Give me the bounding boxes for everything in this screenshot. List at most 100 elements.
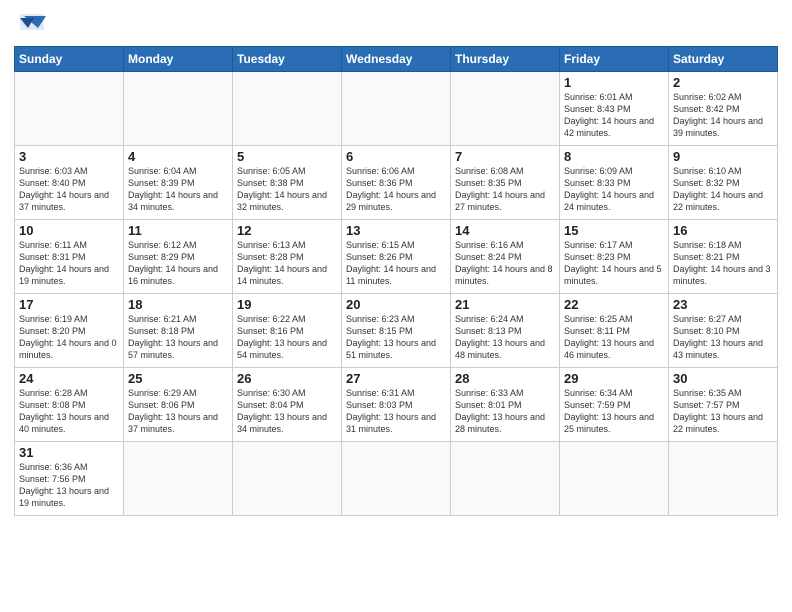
day-info: Sunrise: 6:10 AM Sunset: 8:32 PM Dayligh… bbox=[673, 165, 773, 214]
calendar-body: 1Sunrise: 6:01 AM Sunset: 8:43 PM Daylig… bbox=[15, 72, 778, 516]
day-info: Sunrise: 6:27 AM Sunset: 8:10 PM Dayligh… bbox=[673, 313, 773, 362]
day-info: Sunrise: 6:35 AM Sunset: 7:57 PM Dayligh… bbox=[673, 387, 773, 436]
day-info: Sunrise: 6:17 AM Sunset: 8:23 PM Dayligh… bbox=[564, 239, 664, 288]
day-info: Sunrise: 6:02 AM Sunset: 8:42 PM Dayligh… bbox=[673, 91, 773, 140]
calendar-cell: 5Sunrise: 6:05 AM Sunset: 8:38 PM Daylig… bbox=[233, 146, 342, 220]
calendar-week-6: 31Sunrise: 6:36 AM Sunset: 7:56 PM Dayli… bbox=[15, 442, 778, 516]
day-info: Sunrise: 6:36 AM Sunset: 7:56 PM Dayligh… bbox=[19, 461, 119, 510]
calendar-cell bbox=[451, 72, 560, 146]
calendar-week-4: 17Sunrise: 6:19 AM Sunset: 8:20 PM Dayli… bbox=[15, 294, 778, 368]
day-info: Sunrise: 6:12 AM Sunset: 8:29 PM Dayligh… bbox=[128, 239, 228, 288]
day-info: Sunrise: 6:09 AM Sunset: 8:33 PM Dayligh… bbox=[564, 165, 664, 214]
calendar-cell bbox=[342, 442, 451, 516]
calendar-cell: 15Sunrise: 6:17 AM Sunset: 8:23 PM Dayli… bbox=[560, 220, 669, 294]
calendar-cell: 18Sunrise: 6:21 AM Sunset: 8:18 PM Dayli… bbox=[124, 294, 233, 368]
calendar-cell: 17Sunrise: 6:19 AM Sunset: 8:20 PM Dayli… bbox=[15, 294, 124, 368]
day-info: Sunrise: 6:11 AM Sunset: 8:31 PM Dayligh… bbox=[19, 239, 119, 288]
calendar-cell bbox=[124, 72, 233, 146]
calendar-cell: 4Sunrise: 6:04 AM Sunset: 8:39 PM Daylig… bbox=[124, 146, 233, 220]
calendar-cell: 19Sunrise: 6:22 AM Sunset: 8:16 PM Dayli… bbox=[233, 294, 342, 368]
day-number: 5 bbox=[237, 149, 337, 164]
day-number: 4 bbox=[128, 149, 228, 164]
day-number: 10 bbox=[19, 223, 119, 238]
day-number: 15 bbox=[564, 223, 664, 238]
day-info: Sunrise: 6:03 AM Sunset: 8:40 PM Dayligh… bbox=[19, 165, 119, 214]
calendar-cell: 11Sunrise: 6:12 AM Sunset: 8:29 PM Dayli… bbox=[124, 220, 233, 294]
day-info: Sunrise: 6:21 AM Sunset: 8:18 PM Dayligh… bbox=[128, 313, 228, 362]
day-number: 12 bbox=[237, 223, 337, 238]
day-number: 31 bbox=[19, 445, 119, 460]
day-info: Sunrise: 6:05 AM Sunset: 8:38 PM Dayligh… bbox=[237, 165, 337, 214]
day-info: Sunrise: 6:33 AM Sunset: 8:01 PM Dayligh… bbox=[455, 387, 555, 436]
day-info: Sunrise: 6:34 AM Sunset: 7:59 PM Dayligh… bbox=[564, 387, 664, 436]
day-number: 21 bbox=[455, 297, 555, 312]
day-info: Sunrise: 6:25 AM Sunset: 8:11 PM Dayligh… bbox=[564, 313, 664, 362]
calendar-cell bbox=[233, 72, 342, 146]
day-number: 14 bbox=[455, 223, 555, 238]
calendar-cell: 8Sunrise: 6:09 AM Sunset: 8:33 PM Daylig… bbox=[560, 146, 669, 220]
weekday-header-monday: Monday bbox=[124, 47, 233, 72]
logo bbox=[14, 10, 52, 40]
weekday-header-friday: Friday bbox=[560, 47, 669, 72]
weekday-header-wednesday: Wednesday bbox=[342, 47, 451, 72]
calendar-week-3: 10Sunrise: 6:11 AM Sunset: 8:31 PM Dayli… bbox=[15, 220, 778, 294]
day-number: 25 bbox=[128, 371, 228, 386]
day-info: Sunrise: 6:22 AM Sunset: 8:16 PM Dayligh… bbox=[237, 313, 337, 362]
day-info: Sunrise: 6:31 AM Sunset: 8:03 PM Dayligh… bbox=[346, 387, 446, 436]
calendar-week-5: 24Sunrise: 6:28 AM Sunset: 8:08 PM Dayli… bbox=[15, 368, 778, 442]
day-number: 24 bbox=[19, 371, 119, 386]
day-info: Sunrise: 6:16 AM Sunset: 8:24 PM Dayligh… bbox=[455, 239, 555, 288]
day-number: 23 bbox=[673, 297, 773, 312]
page: SundayMondayTuesdayWednesdayThursdayFrid… bbox=[0, 0, 792, 612]
day-number: 19 bbox=[237, 297, 337, 312]
weekday-header-sunday: Sunday bbox=[15, 47, 124, 72]
day-number: 29 bbox=[564, 371, 664, 386]
calendar-cell bbox=[124, 442, 233, 516]
day-number: 22 bbox=[564, 297, 664, 312]
calendar-cell: 14Sunrise: 6:16 AM Sunset: 8:24 PM Dayli… bbox=[451, 220, 560, 294]
calendar-cell: 28Sunrise: 6:33 AM Sunset: 8:01 PM Dayli… bbox=[451, 368, 560, 442]
calendar-cell: 2Sunrise: 6:02 AM Sunset: 8:42 PM Daylig… bbox=[669, 72, 778, 146]
day-number: 7 bbox=[455, 149, 555, 164]
day-number: 6 bbox=[346, 149, 446, 164]
calendar-cell: 16Sunrise: 6:18 AM Sunset: 8:21 PM Dayli… bbox=[669, 220, 778, 294]
day-number: 13 bbox=[346, 223, 446, 238]
calendar-cell: 25Sunrise: 6:29 AM Sunset: 8:06 PM Dayli… bbox=[124, 368, 233, 442]
day-number: 20 bbox=[346, 297, 446, 312]
calendar-cell: 26Sunrise: 6:30 AM Sunset: 8:04 PM Dayli… bbox=[233, 368, 342, 442]
calendar-cell bbox=[15, 72, 124, 146]
calendar-cell: 12Sunrise: 6:13 AM Sunset: 8:28 PM Dayli… bbox=[233, 220, 342, 294]
day-number: 2 bbox=[673, 75, 773, 90]
day-info: Sunrise: 6:04 AM Sunset: 8:39 PM Dayligh… bbox=[128, 165, 228, 214]
day-info: Sunrise: 6:08 AM Sunset: 8:35 PM Dayligh… bbox=[455, 165, 555, 214]
calendar-cell: 24Sunrise: 6:28 AM Sunset: 8:08 PM Dayli… bbox=[15, 368, 124, 442]
calendar-cell: 27Sunrise: 6:31 AM Sunset: 8:03 PM Dayli… bbox=[342, 368, 451, 442]
day-number: 1 bbox=[564, 75, 664, 90]
calendar-header: SundayMondayTuesdayWednesdayThursdayFrid… bbox=[15, 47, 778, 72]
calendar-cell: 10Sunrise: 6:11 AM Sunset: 8:31 PM Dayli… bbox=[15, 220, 124, 294]
calendar-cell: 20Sunrise: 6:23 AM Sunset: 8:15 PM Dayli… bbox=[342, 294, 451, 368]
day-info: Sunrise: 6:15 AM Sunset: 8:26 PM Dayligh… bbox=[346, 239, 446, 288]
day-info: Sunrise: 6:30 AM Sunset: 8:04 PM Dayligh… bbox=[237, 387, 337, 436]
calendar-cell: 9Sunrise: 6:10 AM Sunset: 8:32 PM Daylig… bbox=[669, 146, 778, 220]
calendar-cell bbox=[342, 72, 451, 146]
calendar-cell: 22Sunrise: 6:25 AM Sunset: 8:11 PM Dayli… bbox=[560, 294, 669, 368]
calendar-cell bbox=[560, 442, 669, 516]
calendar-week-2: 3Sunrise: 6:03 AM Sunset: 8:40 PM Daylig… bbox=[15, 146, 778, 220]
calendar-cell: 13Sunrise: 6:15 AM Sunset: 8:26 PM Dayli… bbox=[342, 220, 451, 294]
day-info: Sunrise: 6:01 AM Sunset: 8:43 PM Dayligh… bbox=[564, 91, 664, 140]
weekday-header-saturday: Saturday bbox=[669, 47, 778, 72]
day-number: 17 bbox=[19, 297, 119, 312]
header bbox=[14, 10, 778, 40]
day-number: 8 bbox=[564, 149, 664, 164]
day-info: Sunrise: 6:24 AM Sunset: 8:13 PM Dayligh… bbox=[455, 313, 555, 362]
logo-icon bbox=[16, 10, 52, 40]
calendar: SundayMondayTuesdayWednesdayThursdayFrid… bbox=[14, 46, 778, 516]
calendar-cell bbox=[451, 442, 560, 516]
day-info: Sunrise: 6:23 AM Sunset: 8:15 PM Dayligh… bbox=[346, 313, 446, 362]
calendar-cell bbox=[669, 442, 778, 516]
day-number: 3 bbox=[19, 149, 119, 164]
calendar-cell: 29Sunrise: 6:34 AM Sunset: 7:59 PM Dayli… bbox=[560, 368, 669, 442]
day-info: Sunrise: 6:13 AM Sunset: 8:28 PM Dayligh… bbox=[237, 239, 337, 288]
calendar-cell: 7Sunrise: 6:08 AM Sunset: 8:35 PM Daylig… bbox=[451, 146, 560, 220]
